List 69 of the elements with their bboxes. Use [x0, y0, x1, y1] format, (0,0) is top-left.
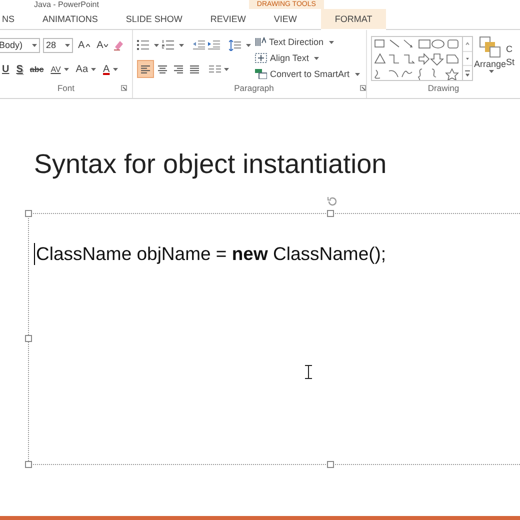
- quick-styles-label[interactable]: St: [506, 56, 515, 69]
- caret-icon[interactable]: [328, 40, 334, 44]
- window-title: Java - PowerPoint: [34, 0, 99, 9]
- resize-handle[interactable]: [25, 210, 32, 217]
- ribbon-tab[interactable]: NS: [0, 9, 19, 29]
- align-center-icon: [157, 64, 168, 74]
- dialog-launcher-icon[interactable]: [121, 85, 127, 91]
- resize-handle[interactable]: [25, 335, 32, 342]
- case-button[interactable]: Aa: [74, 60, 98, 78]
- ribbon-tab[interactable]: FORMAT: [320, 8, 386, 30]
- align-right-icon: [173, 64, 184, 74]
- numbering-icon[interactable]: [162, 40, 174, 50]
- font-size-field[interactable]: 28: [43, 38, 73, 52]
- text-direction-icon: [255, 37, 266, 47]
- direction-button[interactable]: Text Direction: [255, 35, 366, 49]
- caret-icon[interactable]: [64, 68, 69, 70]
- align-button[interactable]: Align Text: [255, 51, 366, 65]
- text-cursor-icon: [305, 365, 312, 379]
- ribbon-tab[interactable]: ANIMATIONS: [38, 9, 102, 29]
- align-justify-icon: [189, 64, 200, 74]
- caret-icon: [104, 44, 108, 46]
- caret-icon[interactable]: [32, 44, 37, 46]
- bullets-icon[interactable]: [137, 40, 149, 50]
- decrease-indent-icon[interactable]: [193, 40, 205, 50]
- font-grow-button[interactable]: A: [76, 36, 92, 54]
- caret-icon[interactable]: [91, 68, 96, 70]
- line-spacing-icon[interactable]: [229, 40, 241, 50]
- arrange-icon: [479, 36, 502, 58]
- caret-icon[interactable]: [314, 56, 319, 60]
- caret-icon[interactable]: [246, 44, 251, 46]
- font-name-field[interactable]: Body): [0, 38, 40, 52]
- caret-icon: [86, 44, 90, 46]
- code-line: ClassName objName = new ClassName();: [34, 243, 386, 265]
- align-text-icon: [255, 53, 267, 63]
- font-shrink-button[interactable]: A: [94, 36, 110, 54]
- strike-button[interactable]: abc: [28, 60, 46, 78]
- spacing-button[interactable]: AV: [48, 60, 71, 78]
- shadow-button[interactable]: S: [14, 60, 25, 78]
- align-left-button[interactable]: [137, 60, 154, 78]
- resize-handle[interactable]: [327, 210, 334, 217]
- ribbon-tab[interactable]: SLIDE SHOW: [122, 9, 186, 29]
- ribbon-tab[interactable]: REVIEW: [206, 9, 250, 29]
- clear-formatting-icon[interactable]: [113, 39, 126, 51]
- rotate-handle-icon[interactable]: [327, 196, 338, 207]
- ribbon-tab[interactable]: VIEW: [270, 9, 301, 29]
- group-label: Paragraph: [234, 83, 274, 93]
- increase-indent-icon[interactable]: [208, 40, 220, 50]
- group-label: Drawing: [428, 83, 460, 93]
- resize-handle[interactable]: [327, 461, 334, 468]
- slide-title: Syntax for object instantiation: [34, 149, 387, 180]
- caret-icon[interactable]: [179, 44, 184, 46]
- arrange-button[interactable]: Arrange: [473, 36, 508, 82]
- caret-icon[interactable]: [154, 44, 159, 46]
- caret-icon[interactable]: [354, 72, 360, 76]
- color-button[interactable]: A: [101, 60, 120, 78]
- quick-styles-label[interactable]: C: [506, 43, 515, 56]
- underline-button[interactable]: U: [0, 60, 12, 78]
- dialog-launcher-icon[interactable]: [360, 85, 366, 91]
- resize-handle[interactable]: [25, 461, 32, 468]
- caret-icon[interactable]: [112, 68, 118, 70]
- caret-icon[interactable]: [488, 70, 494, 73]
- caret-icon[interactable]: [65, 44, 70, 46]
- columns-icon[interactable]: [209, 64, 221, 74]
- smartart-button[interactable]: Convert to SmartArt: [255, 67, 366, 81]
- align-left-icon: [140, 64, 151, 74]
- group-label: Font: [57, 83, 74, 93]
- smartart-icon: [255, 69, 267, 79]
- caret-icon[interactable]: [224, 68, 229, 70]
- shape-gallery[interactable]: [371, 36, 463, 81]
